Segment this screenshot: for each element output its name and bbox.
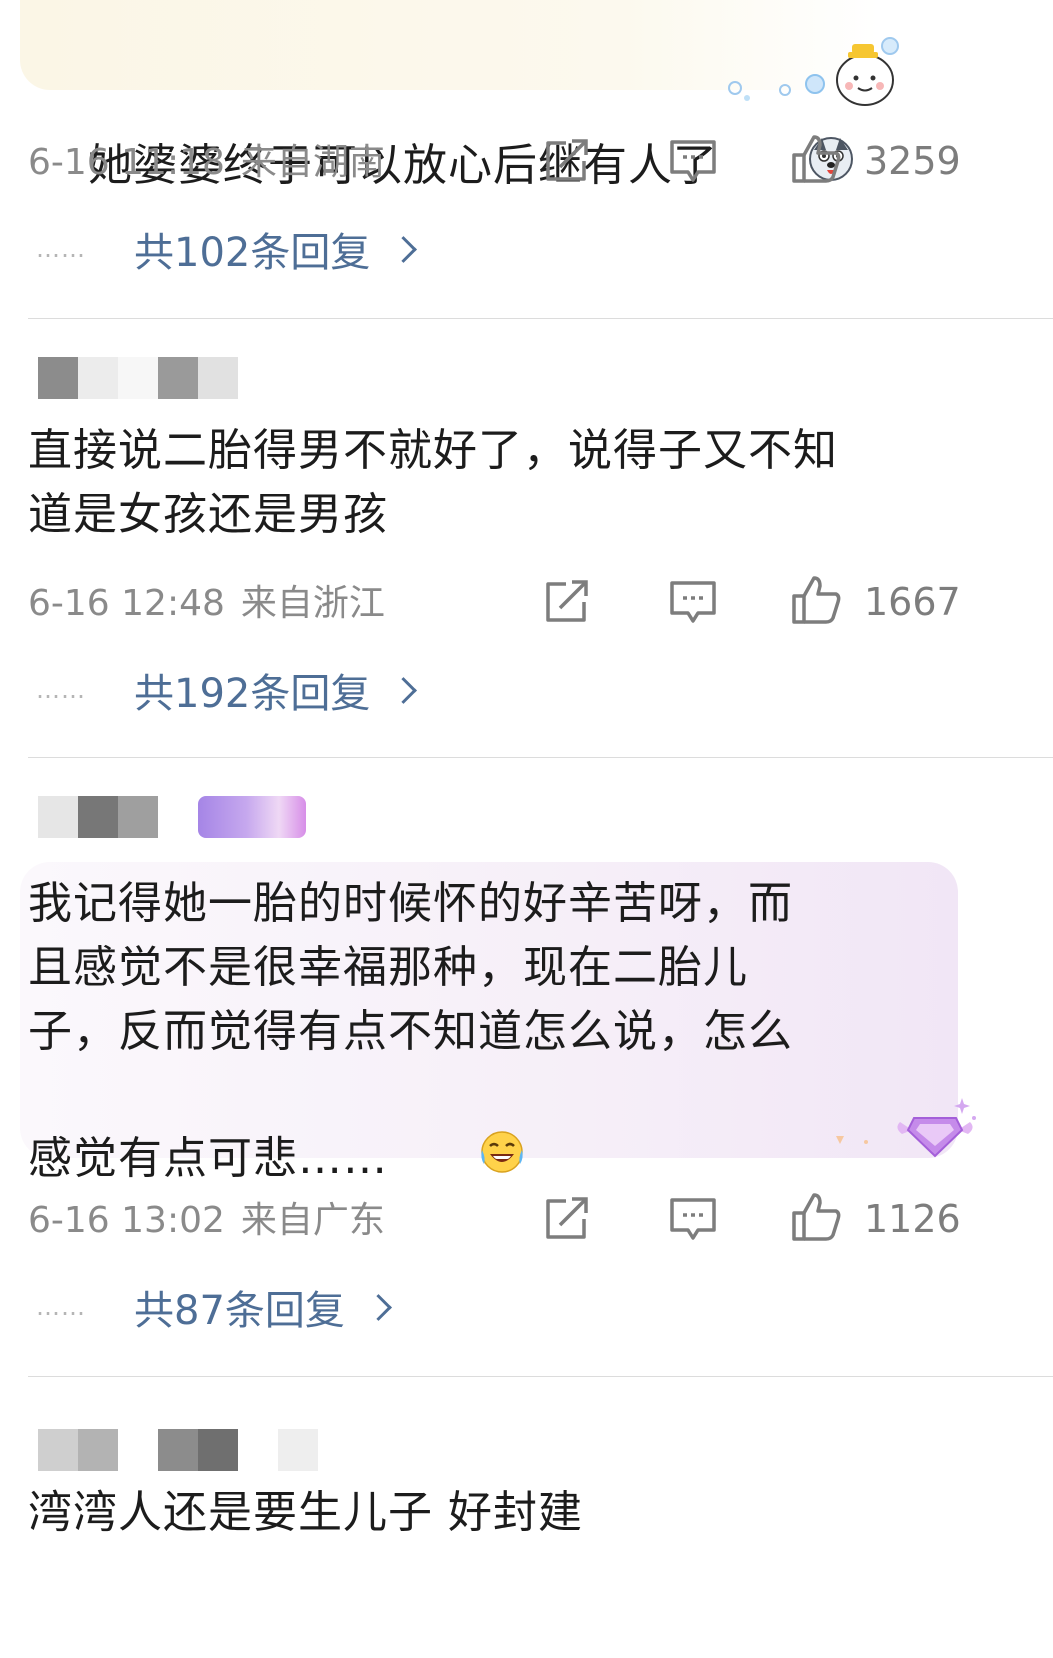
reply-count-label: 共102条回复 bbox=[134, 230, 371, 276]
like-icon bbox=[790, 1191, 844, 1247]
chevron-right-icon bbox=[390, 235, 418, 263]
share-button[interactable] bbox=[542, 1196, 592, 1246]
vip-diamond-icon bbox=[890, 1088, 980, 1168]
comment-button[interactable] bbox=[668, 579, 718, 629]
comment-icon bbox=[668, 577, 718, 631]
tears-of-joy-emoji bbox=[388, 1064, 526, 1258]
comment-date: 6-16 11:18 bbox=[28, 142, 225, 183]
chevron-right-icon bbox=[390, 676, 418, 704]
like-button[interactable]: 1667 bbox=[790, 574, 961, 630]
comment-meta: 6-16 12:48 来自浙江 bbox=[28, 579, 385, 629]
share-button[interactable] bbox=[542, 579, 592, 629]
chevron-right-icon bbox=[364, 1293, 392, 1321]
comment-icon bbox=[668, 1194, 718, 1248]
reply-dots: …… bbox=[36, 1293, 86, 1321]
comment-2: 直接说二胎得男不就好了，说得子又不知 道是女孩还是男孩 6-16 12:48 来自… bbox=[0, 319, 1053, 757]
sparkle-decoration-icon bbox=[832, 1132, 882, 1152]
like-button[interactable]: 1126 bbox=[790, 1191, 961, 1247]
like-count: 3259 bbox=[864, 139, 961, 183]
bubble-decoration-icon bbox=[715, 30, 905, 110]
username-redacted[interactable] bbox=[38, 796, 158, 838]
username-redacted[interactable] bbox=[38, 357, 238, 399]
comment-4: 湾湾人还是要生儿子 好封建 bbox=[0, 1377, 1053, 1658]
comment-location: 来自浙江 bbox=[240, 583, 385, 624]
share-icon bbox=[542, 137, 592, 189]
user-badge bbox=[198, 796, 306, 838]
like-icon bbox=[790, 133, 844, 189]
like-button[interactable]: 3259 bbox=[790, 133, 961, 189]
view-replies-link[interactable]: …… 共87条回复 bbox=[36, 1282, 392, 1334]
share-icon bbox=[542, 1195, 592, 1247]
reply-dots: …… bbox=[36, 235, 86, 263]
reply-count-label: 共87条回复 bbox=[134, 1288, 345, 1334]
comment-text[interactable]: 湾湾人还是要生儿子 好封建 bbox=[28, 1481, 583, 1545]
comment-date: 6-16 13:02 bbox=[28, 1200, 225, 1241]
comment-icon bbox=[668, 136, 718, 190]
comment-meta: 6-16 11:18 来自湖南 bbox=[28, 138, 385, 188]
share-button[interactable] bbox=[542, 138, 592, 188]
like-count: 1126 bbox=[864, 1197, 961, 1241]
comment-3: 我记得她一胎的时候怀的好辛苦呀，而 且感觉不是很幸福那种，现在二胎儿 子，反而觉… bbox=[0, 758, 1053, 1376]
view-replies-link[interactable]: …… 共192条回复 bbox=[36, 665, 418, 717]
comment-button[interactable] bbox=[668, 138, 718, 188]
like-count: 1667 bbox=[864, 580, 961, 624]
reply-dots: …… bbox=[36, 676, 86, 704]
comment-location: 来自广东 bbox=[240, 1200, 385, 1241]
share-icon bbox=[542, 578, 592, 630]
comment-location: 来自湖南 bbox=[240, 142, 385, 183]
view-replies-link[interactable]: …… 共102条回复 bbox=[36, 224, 418, 276]
reply-count-label: 共192条回复 bbox=[134, 671, 371, 717]
comment-date: 6-16 12:48 bbox=[28, 583, 225, 624]
username-redacted[interactable] bbox=[38, 1429, 318, 1471]
comment-text[interactable]: 直接说二胎得男不就好了，说得子又不知 道是女孩还是男孩 bbox=[28, 419, 838, 547]
like-icon bbox=[790, 574, 844, 630]
comment-button[interactable] bbox=[668, 1196, 718, 1246]
comment-1: 她婆婆终于可以放心后继有人了 6-16 11:18 来自湖南 3259 …… 共… bbox=[0, 0, 1053, 318]
comment-meta: 6-16 13:02 来自广东 bbox=[28, 1196, 385, 1246]
